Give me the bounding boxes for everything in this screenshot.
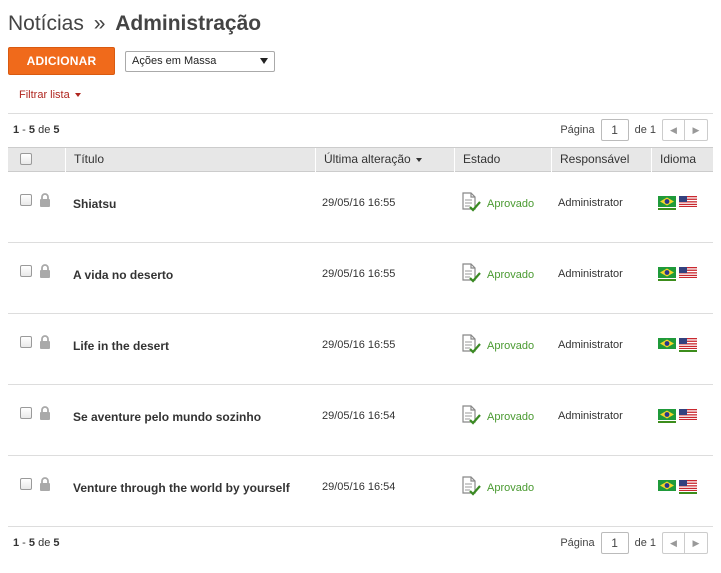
brazil-flag-icon[interactable] — [658, 480, 676, 491]
row-languages — [658, 409, 700, 423]
row-languages — [658, 480, 700, 494]
row-owner: Administrator — [558, 410, 623, 422]
usa-flag-icon[interactable] — [679, 196, 697, 207]
lock-icon — [39, 193, 51, 210]
row-owner: Administrator — [558, 268, 623, 280]
results-count-bottom: 1 - 5 de 5 — [13, 537, 60, 549]
page-number-input[interactable]: 1 — [600, 119, 629, 141]
add-button[interactable]: ADICIONAR — [8, 47, 115, 75]
pagination-top: Página 1 de 1 ◀ ▶ — [560, 119, 708, 141]
row-checkbox[interactable] — [20, 478, 32, 493]
lock-icon — [39, 477, 51, 494]
breadcrumb-separator: » — [93, 12, 106, 35]
caret-down-icon — [74, 93, 81, 98]
table-body: Shiatsu 29/05/16 16:55 Aprovado Administrat… — [8, 172, 713, 527]
pagination-bottom: Página 1 de 1 ◀ ▶ — [560, 532, 708, 554]
next-page-button[interactable]: ▶ — [685, 532, 708, 554]
chevron-right-icon: ▶ — [692, 537, 700, 548]
table-row[interactable]: Life in the desert 29/05/16 16:55 Aprovado… — [8, 314, 713, 385]
row-date: 29/05/16 16:55 — [322, 339, 396, 351]
select-all-checkbox[interactable] — [20, 153, 32, 165]
row-title-link[interactable]: Venture through the world by yourself — [73, 481, 290, 495]
usa-flag-icon[interactable] — [679, 480, 697, 494]
row-languages — [658, 196, 700, 210]
content-table: Título Última alteração Estado Responsáv… — [8, 147, 713, 527]
row-state: Aprovado — [461, 263, 534, 286]
lock-icon — [39, 406, 51, 423]
row-date: 29/05/16 16:55 — [322, 268, 396, 280]
chevron-down-icon — [260, 58, 268, 64]
row-owner: Administrator — [558, 339, 623, 351]
page-number-input[interactable]: 1 — [600, 532, 629, 554]
row-title-link[interactable]: Se aventure pelo mundo sozinho — [73, 410, 261, 424]
row-title-link[interactable]: Shiatsu — [73, 197, 116, 211]
next-page-button[interactable]: ▶ — [685, 119, 708, 141]
row-languages — [658, 338, 700, 352]
usa-flag-icon[interactable] — [679, 267, 697, 278]
table-row[interactable]: A vida no deserto 29/05/16 16:55 Aprovado A… — [8, 243, 713, 314]
divider — [8, 113, 713, 114]
page-total: de 1 — [634, 124, 656, 136]
column-state[interactable]: Estado — [454, 148, 551, 172]
column-language[interactable]: Idioma — [651, 148, 713, 172]
table-header: Título Última alteração Estado Responsáv… — [8, 147, 713, 172]
prev-page-button[interactable]: ◀ — [662, 532, 685, 554]
row-languages — [658, 267, 700, 281]
row-state: Aprovado — [461, 476, 534, 499]
row-date: 29/05/16 16:54 — [322, 410, 396, 422]
chevron-left-icon: ◀ — [670, 537, 677, 548]
table-row[interactable]: Shiatsu 29/05/16 16:55 Aprovado Administrat… — [8, 172, 713, 243]
row-checkbox[interactable] — [20, 336, 32, 351]
breadcrumb-current: Administração — [115, 12, 262, 35]
table-row[interactable]: Venture through the world by yourself 29/… — [8, 456, 713, 527]
row-title-link[interactable]: A vida no deserto — [73, 268, 173, 282]
column-title[interactable]: Título — [65, 148, 315, 172]
page-label: Página — [560, 537, 595, 549]
row-checkbox[interactable] — [20, 194, 32, 209]
row-date: 29/05/16 16:54 — [322, 481, 396, 493]
column-owner[interactable]: Responsável — [551, 148, 651, 172]
approved-document-icon — [461, 263, 483, 286]
lock-icon — [39, 264, 51, 281]
row-state: Aprovado — [461, 405, 534, 428]
brazil-flag-icon[interactable] — [658, 196, 676, 210]
table-row[interactable]: Se aventure pelo mundo sozinho 29/05/16 1… — [8, 385, 713, 456]
row-date: 29/05/16 16:55 — [322, 197, 396, 209]
row-state: Aprovado — [461, 192, 534, 215]
sort-desc-icon — [415, 157, 422, 162]
filter-list-label: Filtrar lista — [19, 89, 70, 101]
usa-flag-icon[interactable] — [679, 338, 697, 352]
row-title-link[interactable]: Life in the desert — [73, 339, 169, 353]
column-last-modified[interactable]: Última alteração — [315, 148, 454, 172]
prev-page-button[interactable]: ◀ — [662, 119, 685, 141]
mass-actions-value: Ações em Massa — [132, 55, 217, 67]
chevron-right-icon: ▶ — [692, 124, 700, 135]
lock-icon — [39, 335, 51, 352]
divider — [8, 526, 713, 527]
page-title: Notícias » Administração — [8, 12, 261, 36]
row-checkbox[interactable] — [20, 407, 32, 422]
breadcrumb-parent[interactable]: Notícias — [8, 12, 84, 35]
approved-document-icon — [461, 334, 483, 357]
approved-document-icon — [461, 476, 483, 499]
row-owner: Administrator — [558, 197, 623, 209]
filter-list-link[interactable]: Filtrar lista — [19, 89, 81, 101]
page-label: Página — [560, 124, 595, 136]
brazil-flag-icon[interactable] — [658, 338, 676, 349]
brazil-flag-icon[interactable] — [658, 409, 676, 423]
row-checkbox[interactable] — [20, 265, 32, 280]
results-count: 1 - 5 de 5 — [13, 124, 60, 136]
page-total: de 1 — [634, 537, 656, 549]
select-all-cell — [8, 148, 65, 172]
chevron-left-icon: ◀ — [670, 124, 677, 135]
brazil-flag-icon[interactable] — [658, 267, 676, 281]
approved-document-icon — [461, 192, 483, 215]
usa-flag-icon[interactable] — [679, 409, 697, 420]
mass-actions-select[interactable]: Ações em Massa — [125, 51, 275, 72]
row-state: Aprovado — [461, 334, 534, 357]
approved-document-icon — [461, 405, 483, 428]
